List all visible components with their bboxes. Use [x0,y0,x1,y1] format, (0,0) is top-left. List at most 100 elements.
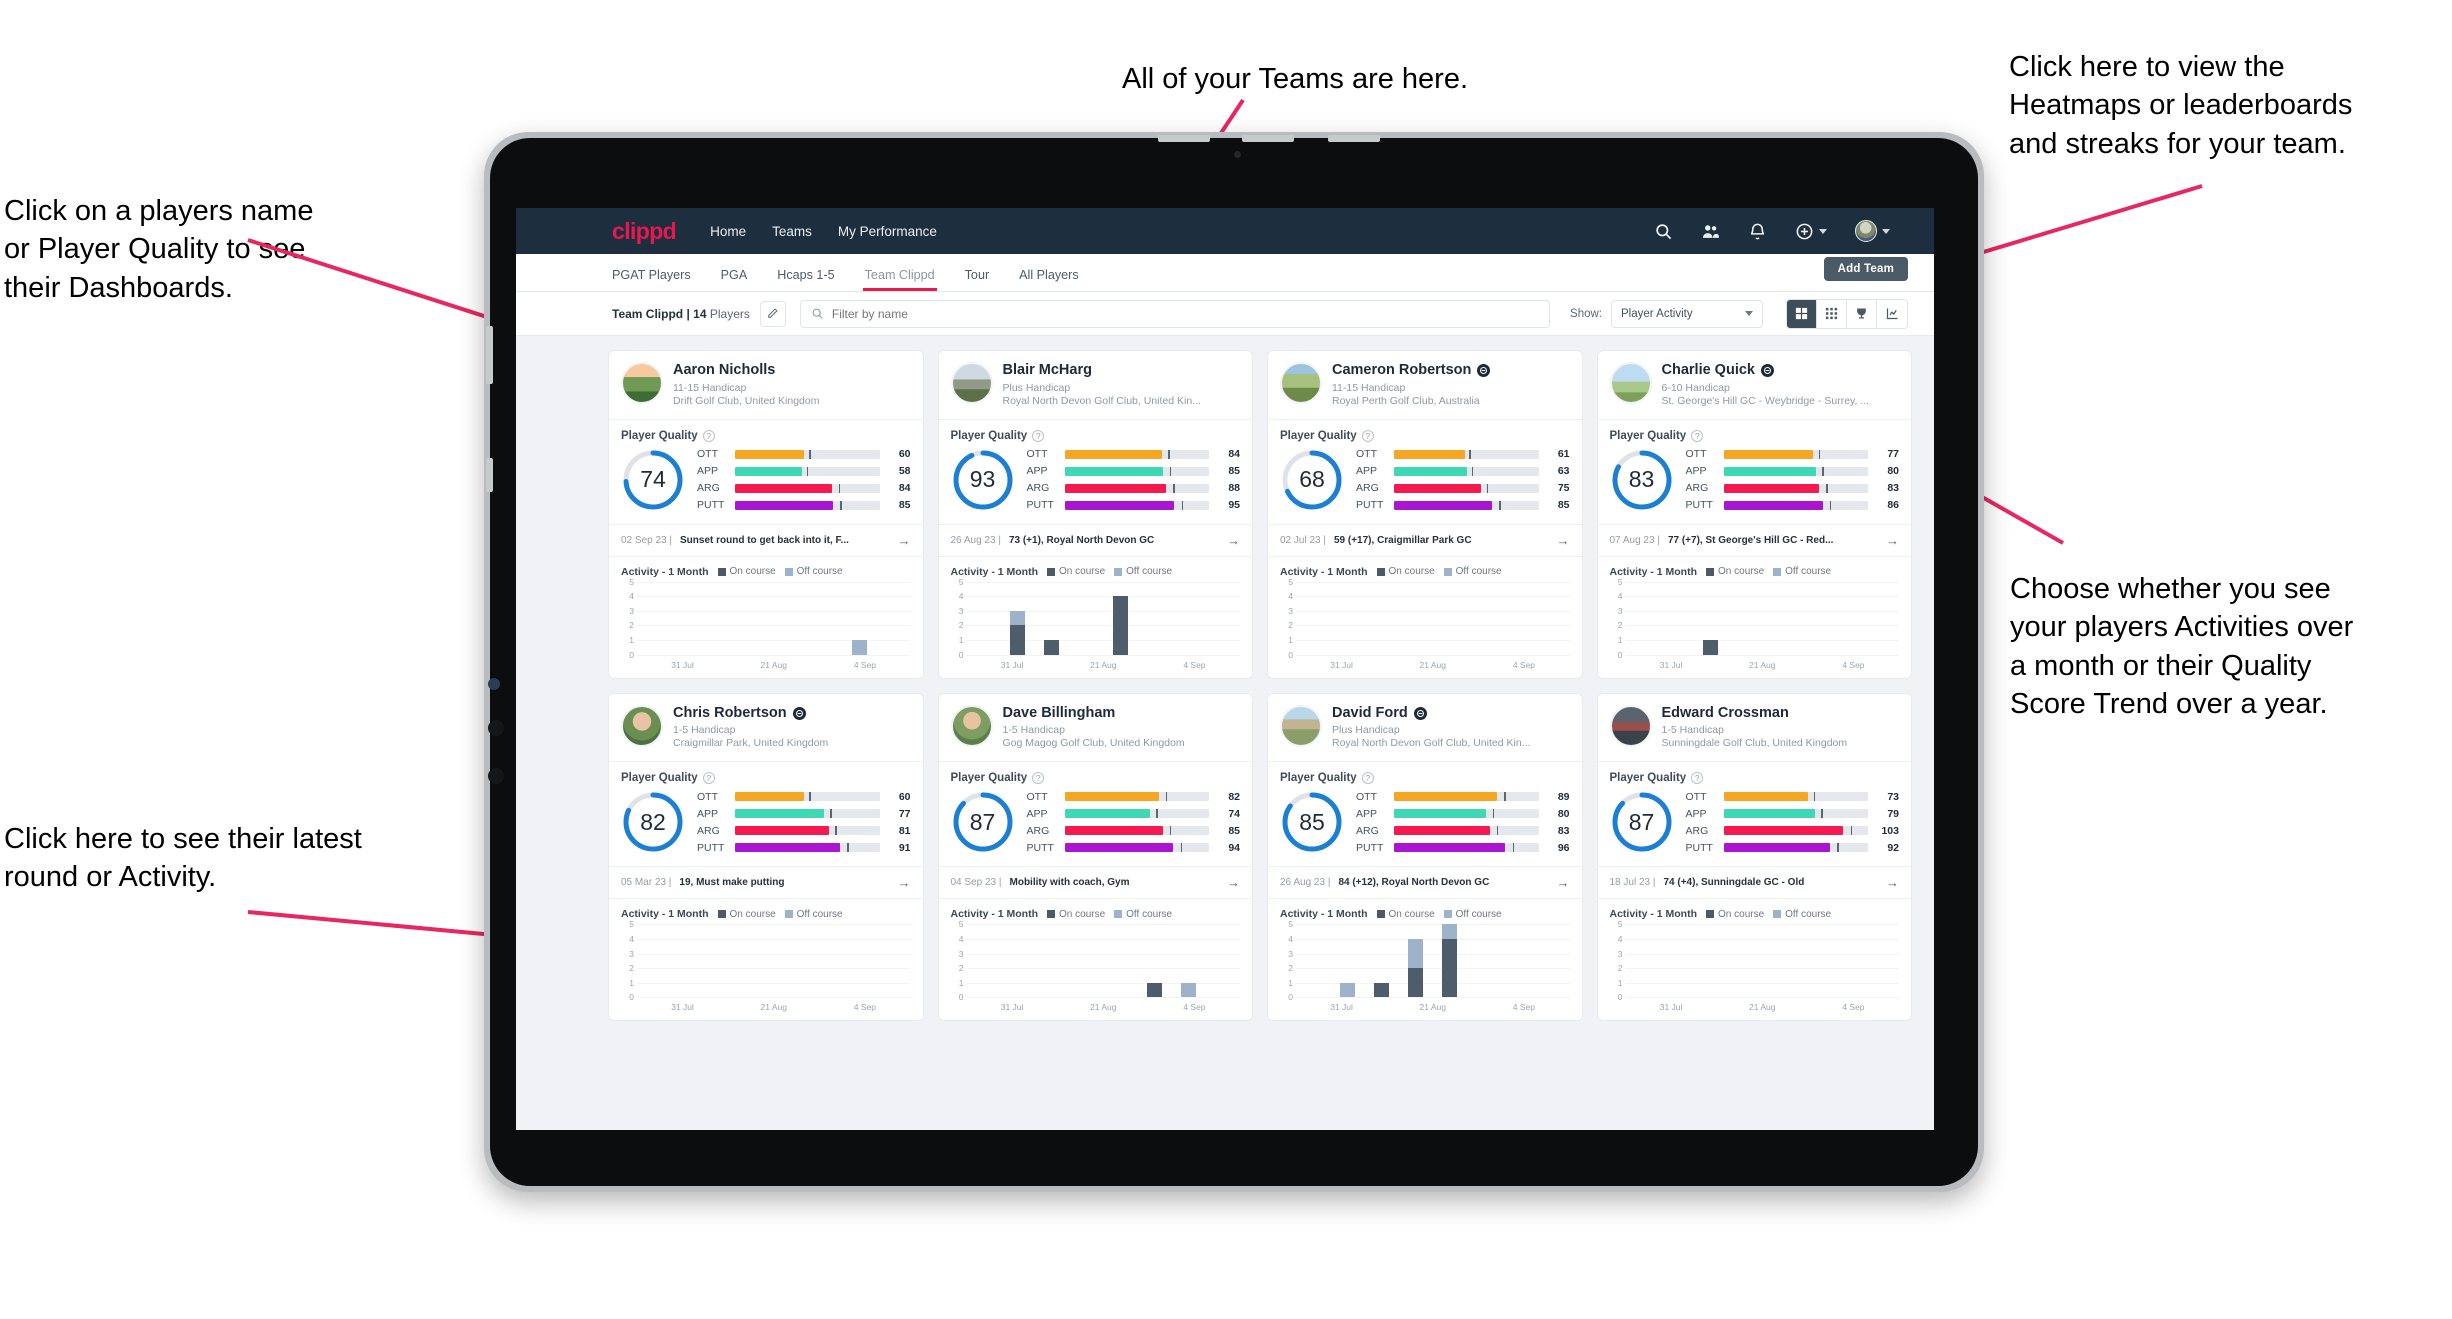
player-quality-body[interactable]: 83 OTT 77 APP 80 ARG 83 PUTT 86 [1597,446,1911,525]
view-grid-small-button[interactable] [1817,299,1847,328]
chart-bar-slot [1535,582,1569,655]
latest-activity-row[interactable]: 02 Jul 23 | 59 (+17), Craigmillar Park G… [1268,525,1582,557]
help-icon[interactable]: ? [702,772,715,785]
help-icon[interactable]: ? [1691,772,1704,785]
quality-score-ring[interactable]: 82 [621,790,685,854]
arrow-right-icon[interactable]: → [1557,875,1570,890]
nav-link-teams[interactable]: Teams [772,224,812,239]
player-card[interactable]: Cameron Robertson 11-15 Handicap Royal P… [1267,350,1583,679]
player-card[interactable]: Dave Billingham 1-5 Handicap Gog Magog G… [937,692,1253,1022]
arrow-right-icon[interactable]: → [898,533,911,548]
latest-activity-row[interactable]: 04 Sep 23 | Mobility with coach, Gym → [938,867,1252,900]
users-icon[interactable] [1701,222,1720,241]
help-icon[interactable]: ? [1032,429,1045,442]
quality-score-ring[interactable]: 74 [621,448,685,512]
player-card-header[interactable]: Dave Billingham 1-5 Handicap Gog Magog G… [938,694,1252,763]
arrow-right-icon[interactable]: → [1886,875,1899,890]
chart-bars [1626,924,1900,997]
volume-button-up[interactable] [1158,135,1210,142]
player-card[interactable]: Chris Robertson 1-5 Handicap Craigmillar… [608,692,924,1022]
player-name[interactable]: David Ford [1332,705,1530,722]
add-team-button[interactable]: Add Team [1823,257,1908,281]
player-quality-body[interactable]: 82 OTT 60 APP 77 ARG 81 PUTT 91 [609,788,923,868]
add-menu[interactable] [1795,222,1827,241]
chart-x-tick: 4 Sep [1183,659,1206,670]
quality-score-ring[interactable]: 93 [951,448,1015,512]
clippd-logo[interactable]: clippd [612,218,677,245]
player-card-header[interactable]: Aaron Nicholls 11-15 Handicap Drift Golf… [609,351,923,420]
quality-score-ring[interactable]: 87 [951,790,1015,854]
avatar[interactable] [1855,220,1877,242]
player-quality-body[interactable]: 68 OTT 61 APP 63 ARG 75 PUTT 85 [1268,446,1582,525]
quality-score-ring[interactable]: 83 [1610,448,1674,512]
player-card-header[interactable]: David Ford Plus Handicap Royal North Dev… [1268,694,1582,763]
player-name[interactable]: Edward Crossman [1662,705,1848,722]
help-icon[interactable]: ? [1361,772,1374,785]
search-input[interactable] [831,306,1539,321]
arrow-right-icon[interactable]: → [1227,875,1240,890]
view-leaderboard-button[interactable] [1847,299,1877,328]
help-icon[interactable]: ? [1032,772,1045,785]
latest-activity-row[interactable]: 26 Aug 23 | 84 (+12), Royal North Devon … [1268,867,1582,900]
player-quality-body[interactable]: 74 OTT 60 APP 58 ARG 84 PUTT 85 [609,446,923,525]
view-trend-button[interactable] [1877,299,1907,328]
player-card-header[interactable]: Blair McHarg Plus Handicap Royal North D… [938,351,1252,420]
player-card-header[interactable]: Charlie Quick 6-10 Handicap St. George's… [1597,351,1911,420]
latest-activity-row[interactable]: 07 Aug 23 | 77 (+7), St George's Hill GC… [1597,525,1911,557]
arrow-right-icon[interactable]: → [898,875,911,890]
view-grid-large-button[interactable] [1787,299,1817,328]
nav-link-my-performance[interactable]: My Performance [838,224,937,239]
player-name[interactable]: Blair McHarg [1003,362,1201,379]
help-icon[interactable]: ? [1691,429,1704,442]
volume-button-down[interactable] [1242,135,1294,142]
player-name[interactable]: Aaron Nicholls [673,362,819,379]
player-quality-body[interactable]: 87 OTT 73 APP 79 ARG 103 PUTT 92 [1597,788,1911,868]
tab-all-players[interactable]: All Players [1019,268,1079,291]
quality-metric-value: 96 [1557,841,1570,854]
plus-circle-icon[interactable] [1795,222,1814,241]
chart-y-tick: 0 [629,992,634,1003]
nav-link-home[interactable]: Home [710,224,746,239]
help-icon[interactable]: ? [702,429,715,442]
tab-hcaps-1-5[interactable]: Hcaps 1-5 [777,268,834,291]
player-quality-body[interactable]: 87 OTT 82 APP 74 ARG 85 PUTT 94 [938,788,1252,868]
power-button[interactable] [1328,135,1380,142]
player-quality-body[interactable]: 85 OTT 89 APP 80 ARG 83 PUTT 96 [1268,788,1582,868]
search-icon[interactable] [1654,222,1673,241]
user-menu[interactable] [1855,220,1890,242]
tab-pga[interactable]: PGA [721,268,748,291]
player-card[interactable]: Aaron Nicholls 11-15 Handicap Drift Golf… [608,350,924,679]
arrow-right-icon[interactable]: → [1557,533,1570,548]
bell-icon[interactable] [1748,222,1767,241]
player-name[interactable]: Cameron Robertson [1332,362,1491,379]
player-card[interactable]: Edward Crossman 1-5 Handicap Sunningdale… [1596,692,1912,1022]
player-quality-body[interactable]: 93 OTT 84 APP 85 ARG 88 PUTT 95 [938,446,1252,525]
latest-activity-row[interactable]: 18 Jul 23 | 74 (+4), Sunningdale GC - Ol… [1597,867,1911,900]
player-card-header[interactable]: Cameron Robertson 11-15 Handicap Royal P… [1268,351,1582,420]
player-card-header[interactable]: Edward Crossman 1-5 Handicap Sunningdale… [1597,694,1911,763]
player-card[interactable]: Blair McHarg Plus Handicap Royal North D… [937,350,1253,679]
player-card[interactable]: David Ford Plus Handicap Royal North Dev… [1267,692,1583,1022]
help-icon[interactable]: ? [1361,429,1374,442]
player-card-header[interactable]: Chris Robertson 1-5 Handicap Craigmillar… [609,694,923,763]
player-name[interactable]: Charlie Quick [1662,362,1870,379]
side-button-a[interactable] [486,326,493,384]
player-filter[interactable] [799,299,1550,328]
tab-tour[interactable]: Tour [965,268,990,291]
tab-pgat-players[interactable]: PGAT Players [612,268,691,291]
player-card[interactable]: Charlie Quick 6-10 Handicap St. George's… [1596,350,1912,679]
arrow-right-icon[interactable]: → [1886,533,1899,548]
quality-score-ring[interactable]: 68 [1280,448,1344,512]
quality-score-ring[interactable]: 87 [1610,790,1674,854]
player-name[interactable]: Dave Billingham [1003,705,1185,722]
edit-team-button[interactable] [759,300,786,327]
quality-score-ring[interactable]: 85 [1280,790,1344,854]
latest-activity-row[interactable]: 26 Aug 23 | 73 (+1), Royal North Devon G… [938,525,1252,557]
latest-activity-row[interactable]: 05 Mar 23 | 19, Must make putting → [609,867,923,900]
player-name[interactable]: Chris Robertson [673,705,828,722]
show-select[interactable]: Player Activity [1611,299,1763,328]
tab-team-clippd[interactable]: Team Clippd [862,268,937,291]
side-button-b[interactable] [486,458,493,492]
latest-activity-row[interactable]: 02 Sep 23 | Sunset round to get back int… [609,525,923,557]
arrow-right-icon[interactable]: → [1227,533,1240,548]
